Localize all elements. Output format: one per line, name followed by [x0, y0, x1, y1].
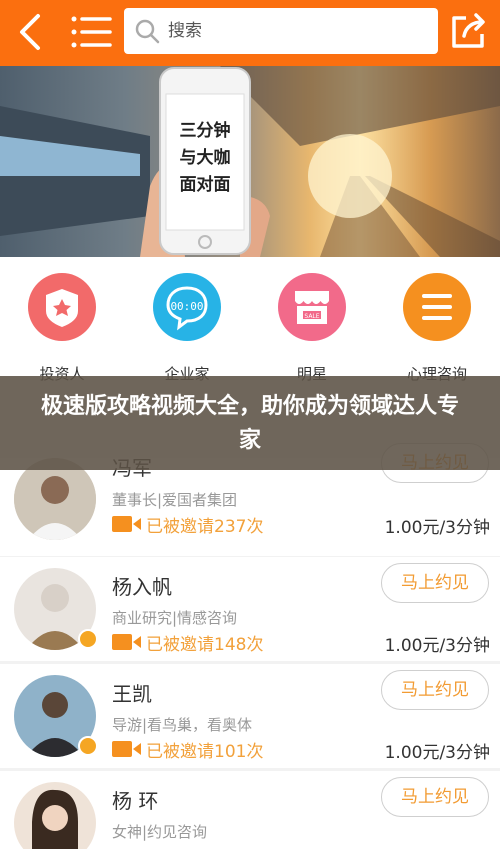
menu-lines-icon — [422, 294, 452, 320]
police-badge-icon — [46, 289, 78, 327]
expert-card[interactable]: 杨入帆 商业研究|情感咨询 已被邀请148次 马上约见 1.00元/3分钟 — [0, 557, 500, 661]
phone-text-line-2: 与大咖 — [180, 147, 231, 168]
book-now-button[interactable]: 马上约见 — [381, 670, 489, 710]
share-button[interactable] — [446, 10, 490, 54]
expert-card[interactable]: 杨 环 女神|约见咨询 马上约见 — [0, 771, 500, 849]
search-icon — [135, 19, 160, 44]
list-menu-icon — [71, 16, 112, 48]
banner-photo: 三分钟 与大咖 面对面 — [0, 66, 500, 257]
expert-name: 杨入帆 — [112, 575, 172, 599]
phone-text-line-1: 三分钟 — [180, 120, 231, 141]
category-investor[interactable]: 投资人 — [12, 269, 112, 383]
promo-banner[interactable]: 三分钟 与大咖 面对面 — [0, 66, 500, 257]
invite-count: 已被邀请148次 — [146, 635, 264, 655]
category-icon-bg — [403, 273, 471, 341]
verified-badge — [78, 736, 98, 756]
price: 1.00元/3分钟 — [384, 636, 490, 656]
avatar — [14, 458, 96, 540]
category-celebrity[interactable]: SALE 明星 — [262, 269, 362, 383]
expert-title: 商业研究|情感咨询 — [112, 609, 238, 627]
expert-list: 冯军 董事长|爱国者集团 已被邀请237次 马上约见 1.00元/3分钟 杨入帆… — [0, 443, 500, 849]
price: 1.00元/3分钟 — [384, 743, 490, 763]
top-bar — [0, 0, 500, 66]
svg-text:SALE: SALE — [304, 313, 319, 320]
search-box[interactable] — [124, 8, 438, 54]
video-icon — [112, 634, 141, 650]
invite-count: 已被邀请101次 — [146, 742, 264, 762]
svg-text:00:00: 00:00 — [170, 300, 203, 313]
verified-badge — [78, 629, 98, 649]
expert-title: 董事长|爱国者集团 — [112, 491, 238, 509]
video-icon — [112, 741, 141, 757]
video-icon — [112, 516, 141, 532]
category-icon-bg: 00:00 — [153, 273, 221, 341]
expert-name: 杨 环 — [112, 789, 159, 813]
book-now-button[interactable]: 马上约见 — [381, 777, 489, 817]
invite-count: 已被邀请237次 — [146, 517, 264, 537]
category-icon-bg: SALE — [278, 273, 346, 341]
menu-button[interactable] — [68, 10, 114, 54]
share-icon — [452, 13, 485, 48]
search-input[interactable] — [168, 8, 428, 54]
category-icon-bg — [28, 273, 96, 341]
headline-text: 极速版攻略视频大全，助你成为领域达人专家 — [40, 394, 459, 453]
avatar — [14, 782, 96, 849]
sale-store-icon: SALE — [295, 291, 329, 324]
expert-card[interactable]: 冯军 董事长|爱国者集团 已被邀请237次 马上约见 1.00元/3分钟 — [0, 443, 500, 556]
headline-overlay: 极速版攻略视频大全，助你成为领域达人专家 — [0, 376, 500, 470]
category-entrepreneur[interactable]: 00:00 企业家 — [137, 269, 237, 383]
expert-card[interactable]: 王凯 导游|看鸟巢，看奥体 已被邀请101次 马上约见 1.00元/3分钟 — [0, 664, 500, 768]
expert-title: 导游|看鸟巢，看奥体 — [112, 716, 253, 734]
phone-text-line-3: 面对面 — [180, 174, 231, 195]
expert-title: 女神|约见咨询 — [112, 823, 208, 841]
expert-name: 王凯 — [112, 682, 152, 706]
back-arrow-icon — [20, 14, 40, 50]
category-grid: 投资人 00:00 企业家 SALE 明星 心理咨询 — [0, 257, 500, 383]
price: 1.00元/3分钟 — [384, 518, 490, 538]
back-button[interactable] — [8, 10, 52, 54]
chat-bubble-icon: 00:00 — [166, 286, 208, 331]
book-now-button[interactable]: 马上约见 — [381, 563, 489, 603]
category-psychology[interactable]: 心理咨询 — [387, 269, 487, 383]
